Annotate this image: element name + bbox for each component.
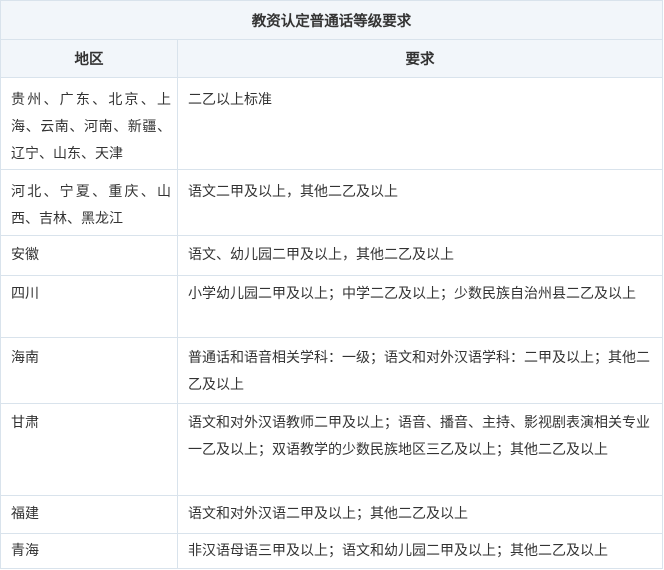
table-row: 河北、宁夏、重庆、山西、吉林、黑龙江 语文二甲及以上，其他二乙及以上	[1, 169, 662, 235]
region-text: 河北、宁夏、重庆、山西、吉林、黑龙江	[11, 184, 171, 227]
region-text: 甘肃	[11, 415, 39, 431]
table-row: 甘肃 语文和对外汉语教师二甲及以上；语音、播音、主持、影视剧表演相关专业一乙及以…	[1, 403, 662, 495]
table-row: 福建 语文和对外汉语二甲及以上；其他二乙及以上	[1, 495, 662, 533]
table-row: 青海 非汉语母语三甲及以上；语文和幼儿园二甲及以上；其他二乙及以上	[1, 533, 662, 569]
region-cell: 河北、宁夏、重庆、山西、吉林、黑龙江	[1, 170, 178, 235]
requirement-text: 语文二甲及以上，其他二乙及以上	[188, 184, 398, 200]
region-text: 四川	[11, 286, 39, 302]
header-requirement: 要求	[405, 52, 435, 68]
region-text: 贵州、广东、北京、上海、云南、河南、新疆、辽宁、山东、天津	[11, 92, 171, 162]
requirement-text: 语文和对外汉语二甲及以上；其他二乙及以上	[188, 506, 468, 522]
table-row: 四川 小学幼儿园二甲及以上；中学二乙及以上；少数民族自治州县二乙及以上	[1, 275, 662, 337]
requirement-text: 普通话和语音相关学科：一级；语文和对外汉语学科：二甲及以上；其他二乙及以上	[188, 350, 650, 393]
region-cell: 甘肃	[1, 404, 178, 495]
table-title: 教资认定普通话等级要求	[1, 1, 662, 39]
region-text: 海南	[11, 350, 39, 366]
region-cell: 贵州、广东、北京、上海、云南、河南、新疆、辽宁、山东、天津	[1, 78, 178, 169]
requirement-cell: 语文二甲及以上，其他二乙及以上	[178, 170, 662, 235]
region-text: 青海	[11, 543, 39, 559]
region-cell: 四川	[1, 276, 178, 337]
region-cell: 青海	[1, 534, 178, 569]
table-row: 贵州、广东、北京、上海、云南、河南、新疆、辽宁、山东、天津 二乙以上标准	[1, 77, 662, 169]
region-cell: 福建	[1, 496, 178, 533]
table-row: 安徽 语文、幼儿园二甲及以上，其他二乙及以上	[1, 235, 662, 275]
table-title-row: 教资认定普通话等级要求	[1, 1, 662, 39]
header-region: 地区	[1, 40, 178, 77]
requirement-text: 语文、幼儿园二甲及以上，其他二乙及以上	[188, 247, 454, 263]
requirement-cell: 普通话和语音相关学科：一级；语文和对外汉语学科：二甲及以上；其他二乙及以上	[178, 338, 662, 403]
requirement-text: 语文和对外汉语教师二甲及以上；语音、播音、主持、影视剧表演相关专业一乙及以上；双…	[188, 415, 650, 458]
requirement-cell: 非汉语母语三甲及以上；语文和幼儿园二甲及以上；其他二乙及以上	[178, 534, 662, 569]
requirement-cell: 小学幼儿园二甲及以上；中学二乙及以上；少数民族自治州县二乙及以上	[178, 276, 662, 337]
region-text: 福建	[11, 506, 39, 522]
requirement-text: 非汉语母语三甲及以上；语文和幼儿园二甲及以上；其他二乙及以上	[188, 543, 608, 559]
region-cell: 安徽	[1, 236, 178, 275]
header-row: 地区 要求	[1, 39, 662, 77]
requirement-cell: 语文和对外汉语教师二甲及以上；语音、播音、主持、影视剧表演相关专业一乙及以上；双…	[178, 404, 662, 495]
requirement-text: 小学幼儿园二甲及以上；中学二乙及以上；少数民族自治州县二乙及以上	[188, 286, 636, 302]
region-text: 安徽	[11, 247, 39, 263]
requirement-text: 二乙以上标准	[188, 92, 272, 108]
region-cell: 海南	[1, 338, 178, 403]
requirement-cell: 语文和对外汉语二甲及以上；其他二乙及以上	[178, 496, 662, 533]
table-row: 海南 普通话和语音相关学科：一级；语文和对外汉语学科：二甲及以上；其他二乙及以上	[1, 337, 662, 403]
requirement-cell: 语文、幼儿园二甲及以上，其他二乙及以上	[178, 236, 662, 275]
requirements-table: 教资认定普通话等级要求 地区 要求 贵州、广东、北京、上海、云南、河南、新疆、辽…	[0, 0, 663, 569]
requirement-cell: 二乙以上标准	[178, 78, 662, 169]
